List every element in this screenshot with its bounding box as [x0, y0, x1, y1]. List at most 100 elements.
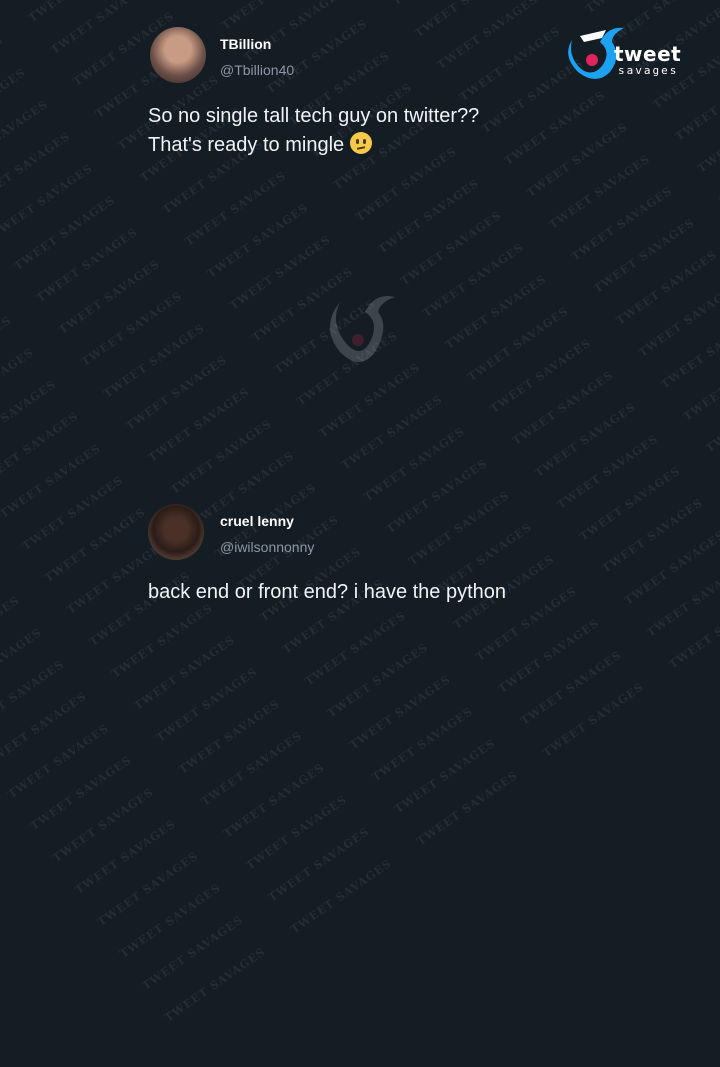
watermark-text: TWEET SAVAGES — [644, 560, 720, 639]
watermark-text: TWEET SAVAGES — [583, 0, 689, 16]
watermark-text: TWEET SAVAGES — [101, 321, 207, 400]
watermark-text: TWEET SAVAGES — [140, 913, 246, 992]
author-handle[interactable]: @Tbillion40 — [220, 62, 294, 78]
watermark-text: TWEET SAVAGES — [510, 368, 616, 447]
watermark-text: TWEET SAVAGES — [0, 594, 22, 673]
watermark-text: TWEET SAVAGES — [242, 0, 348, 64]
watermark-text: TWEET SAVAGES — [34, 225, 140, 304]
watermark-text: TWEET SAVAGES — [50, 785, 156, 864]
watermark-text: TWEET SAVAGES — [0, 690, 89, 769]
tweet-text-line2: That's ready to mingle — [148, 134, 344, 156]
watermark-text: TWEET SAVAGES — [0, 162, 95, 241]
watermark-text: TWEET SAVAGES — [591, 216, 697, 295]
watermark-text: TWEET SAVAGES — [384, 457, 490, 536]
watermark-text: TWEET SAVAGES — [73, 817, 179, 896]
watermark-text: TWEET SAVAGES — [435, 0, 541, 72]
watermark-text: TWEET SAVAGES — [57, 257, 163, 336]
watermark-text: TWEET SAVAGES — [406, 489, 512, 568]
watermark-text: TWEET SAVAGES — [0, 378, 59, 457]
watermark-text: TWEET SAVAGES — [347, 673, 453, 752]
watermark-text: TWEET SAVAGES — [264, 17, 370, 96]
watermark-text: TWEET SAVAGES — [569, 184, 675, 263]
watermark-text: TWEET SAVAGES — [681, 344, 720, 423]
watermark-pattern: TWEET SAVAGESTWEET SAVAGESTWEET SAVAGEST… — [0, 0, 720, 1067]
watermark-text: TWEET SAVAGES — [317, 361, 423, 440]
watermark-text: TWEET SAVAGES — [600, 496, 706, 575]
watermark-text: TWEET SAVAGES — [109, 601, 215, 680]
watermark-text: TWEET SAVAGES — [162, 945, 268, 1024]
watermark-text: TWEET SAVAGES — [42, 505, 148, 584]
watermark-text: TWEET SAVAGES — [443, 272, 549, 351]
watermark-text: TWEET SAVAGES — [0, 130, 73, 209]
reply-text: back end or front end? i have the python — [148, 578, 506, 607]
watermark-text: TWEET SAVAGES — [146, 385, 252, 464]
watermark-text: TWEET SAVAGES — [390, 0, 496, 8]
watermark-text: TWEET SAVAGES — [244, 793, 350, 872]
watermark-text: TWEET SAVAGES — [0, 314, 14, 393]
watermark-text: TWEET SAVAGES — [392, 737, 498, 816]
watermark-text: TWEET SAVAGES — [636, 280, 720, 359]
watermark-text: TWEET SAVAGES — [118, 881, 224, 960]
watermark-text: TWEET SAVAGES — [0, 658, 67, 737]
watermark-text: TWEET SAVAGES — [488, 336, 594, 415]
watermark-text: TWEET SAVAGES — [219, 0, 325, 32]
watermark-text: TWEET SAVAGES — [28, 753, 134, 832]
watermark-text: TWEET SAVAGES — [547, 152, 653, 231]
watermark-text: TWEET SAVAGES — [502, 88, 608, 167]
watermark-text: TWEET SAVAGES — [6, 721, 112, 800]
tweet-text-line1: So no single tall tech guy on twitter?? — [148, 105, 479, 127]
logo-subtitle: savages — [618, 64, 678, 77]
watermark-text: TWEET SAVAGES — [703, 376, 720, 455]
watermark-text: TWEET SAVAGES — [339, 393, 445, 472]
watermark-text: TWEET SAVAGES — [614, 248, 720, 327]
watermark-text: TWEET SAVAGES — [457, 24, 563, 103]
watermark-text: TWEET SAVAGES — [48, 0, 154, 57]
watermark-text: TWEET SAVAGES — [26, 0, 132, 25]
watermark-text: TWEET SAVAGES — [695, 96, 720, 175]
watermark-text: TWEET SAVAGES — [577, 464, 683, 543]
avatar-tbillion[interactable] — [150, 27, 206, 83]
watermark-text: TWEET SAVAGES — [667, 592, 720, 671]
watermark-text: TWEET SAVAGES — [0, 346, 36, 425]
tweet-text: So no single tall tech guy on twitter?? … — [148, 102, 479, 160]
watermark-text: TWEET SAVAGES — [79, 289, 185, 368]
watermark-text: TWEET SAVAGES — [518, 648, 624, 727]
watermark-text: TWEET SAVAGES — [0, 626, 44, 705]
watermark-text: TWEET SAVAGES — [532, 400, 638, 479]
watermark-text: TWEET SAVAGES — [0, 442, 103, 521]
watermark-text: TWEET SAVAGES — [0, 66, 28, 145]
watermark-text: TWEET SAVAGES — [12, 193, 118, 272]
watermark-text: TWEET SAVAGES — [303, 609, 409, 688]
watermark-text: TWEET SAVAGES — [288, 857, 394, 936]
thinking-face-emoji-icon — [350, 132, 372, 154]
watermark-text: TWEET SAVAGES — [524, 120, 630, 199]
watermark-text: TWEET SAVAGES — [0, 98, 50, 177]
watermark-text: TWEET SAVAGES — [0, 34, 6, 113]
author-name[interactable]: TBillion — [220, 36, 271, 52]
watermark-text: TWEET SAVAGES — [541, 680, 647, 759]
avatar-cruel-lenny[interactable] — [148, 504, 204, 560]
watermark-text: TWEET SAVAGES — [132, 633, 238, 712]
watermark-text: TWEET SAVAGES — [205, 201, 311, 280]
logo-wordmark: tweet — [614, 42, 681, 66]
watermark-text: TWEET SAVAGES — [177, 697, 283, 776]
tweet-savages-watermark-icon — [310, 282, 410, 372]
watermark-text: TWEET SAVAGES — [398, 209, 504, 288]
watermark-text: TWEET SAVAGES — [555, 432, 661, 511]
watermark-text: TWEET SAVAGES — [376, 177, 482, 256]
watermark-text: TWEET SAVAGES — [421, 240, 527, 319]
watermark-text: TWEET SAVAGES — [266, 825, 372, 904]
watermark-text: TWEET SAVAGES — [221, 761, 327, 840]
watermark-text: TWEET SAVAGES — [496, 616, 602, 695]
reply-author-handle[interactable]: @iwilsonnonny — [220, 539, 314, 555]
watermark-text: TWEET SAVAGES — [622, 528, 720, 607]
watermark-text: TWEET SAVAGES — [414, 769, 520, 848]
watermark-text: TWEET SAVAGES — [199, 729, 305, 808]
watermark-text: TWEET SAVAGES — [0, 410, 81, 489]
watermark-text: TWEET SAVAGES — [183, 169, 289, 248]
watermark-text: TWEET SAVAGES — [154, 665, 260, 744]
reply-author-name[interactable]: cruel lenny — [220, 513, 294, 529]
watermark-text: TWEET SAVAGES — [325, 641, 431, 720]
watermark-text: TWEET SAVAGES — [362, 425, 468, 504]
watermark-text: TWEET SAVAGES — [659, 312, 720, 391]
